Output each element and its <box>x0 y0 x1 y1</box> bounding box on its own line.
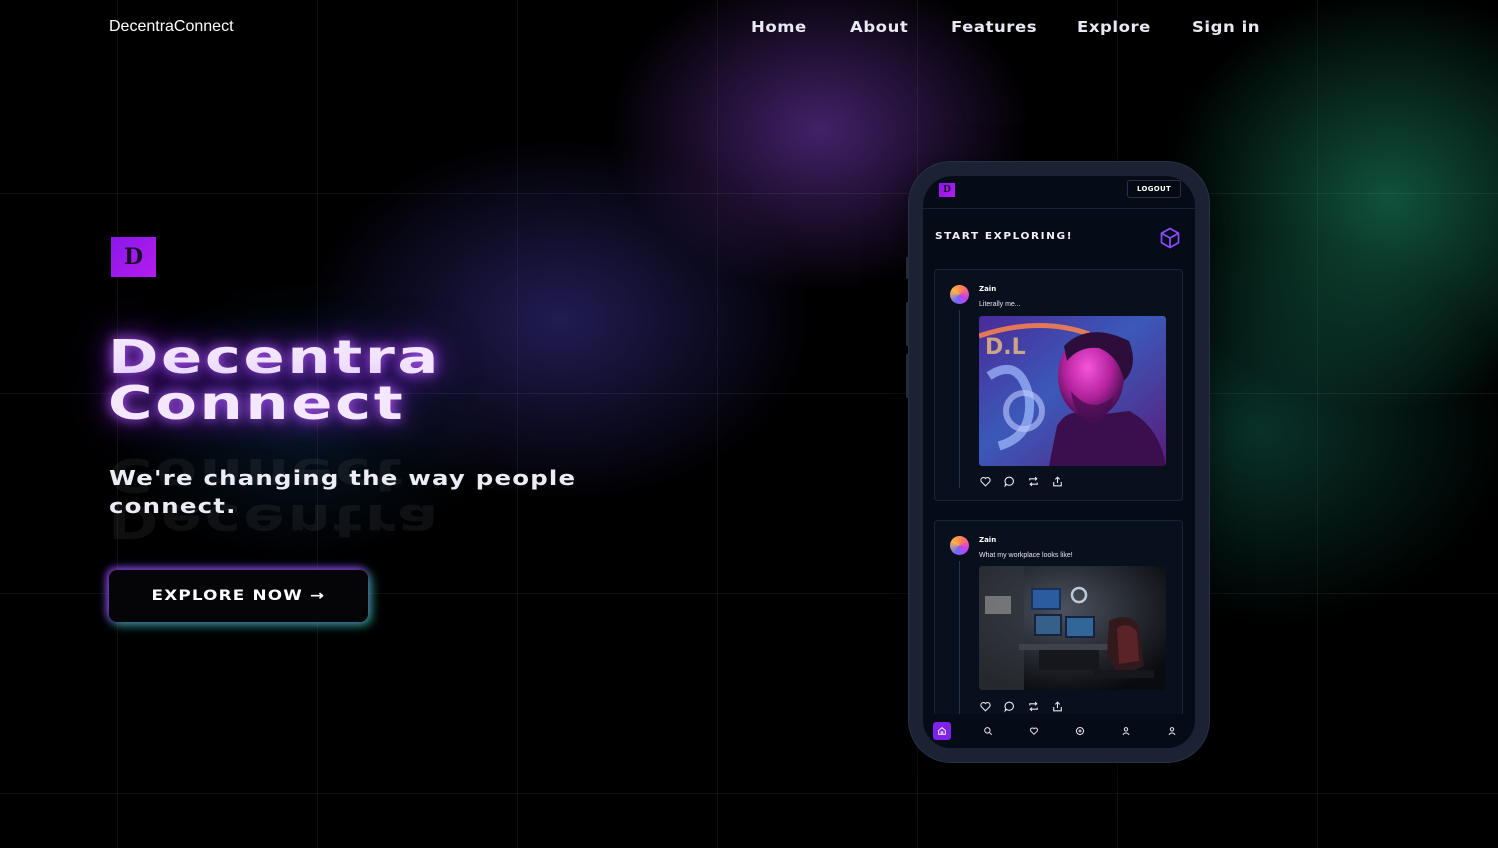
hero-title: Decentra Connect <box>108 334 441 426</box>
main-nav: Home About Features Explore Sign in <box>751 18 1260 36</box>
landing-page: DecentraConnect Home About Features Expl… <box>0 0 1498 848</box>
nav-about[interactable]: About <box>850 18 908 36</box>
plus-circle-icon <box>1075 726 1085 736</box>
repost-icon[interactable] <box>1027 475 1040 488</box>
phone-screen: D LOGOUT START EXPLORING! Zain Literally… <box>923 176 1195 748</box>
nav-sign-in[interactable]: Sign in <box>1192 18 1260 36</box>
tab-home[interactable] <box>933 722 951 740</box>
app-tab-bar <box>923 714 1195 748</box>
explore-now-label: EXPLORE NOW → <box>151 588 326 604</box>
tab-create[interactable] <box>1071 722 1089 740</box>
post-actions <box>979 700 1064 713</box>
tab-search[interactable] <box>979 722 997 740</box>
post-image-portrait[interactable]: D.L <box>979 316 1166 466</box>
post-actions <box>979 475 1064 488</box>
nav-features[interactable]: Features <box>951 18 1037 36</box>
post-username[interactable]: Zain <box>979 285 996 293</box>
phone-side-button <box>906 302 909 346</box>
share-icon[interactable] <box>1051 475 1064 488</box>
heart-icon[interactable] <box>979 475 992 488</box>
avatar[interactable] <box>950 536 969 555</box>
tab-likes[interactable] <box>1025 722 1043 740</box>
phone-side-button <box>906 257 909 279</box>
comment-icon[interactable] <box>1003 700 1016 713</box>
phone-side-button <box>906 354 909 398</box>
comment-icon[interactable] <box>1003 475 1016 488</box>
explore-now-button[interactable]: EXPLORE NOW → <box>109 570 368 622</box>
app-logo[interactable]: D <box>939 183 955 197</box>
thread-line <box>959 310 960 488</box>
profile-icon <box>1168 727 1176 736</box>
portrait-image: D.L <box>979 316 1166 466</box>
post-card: Zain Literally me... D.L <box>934 269 1183 501</box>
hero-tagline: We're changing the way people connect. <box>109 466 577 518</box>
nav-home[interactable]: Home <box>751 18 807 36</box>
search-icon <box>984 727 993 736</box>
nav-explore[interactable]: Explore <box>1077 18 1151 36</box>
repost-icon[interactable] <box>1027 700 1040 713</box>
heart-icon[interactable] <box>979 700 992 713</box>
post-image-workplace[interactable] <box>979 566 1166 690</box>
post-text: Literally me... <box>979 301 1021 308</box>
brand-name[interactable]: DecentraConnect <box>109 18 234 36</box>
phone-mockup: D LOGOUT START EXPLORING! Zain Literally… <box>906 162 1209 762</box>
logo-badge: D <box>111 237 156 277</box>
post-text: What my workplace looks like! <box>979 552 1073 559</box>
hero-title-line-2: Connect <box>108 376 406 430</box>
workplace-image <box>979 566 1166 690</box>
post-username[interactable]: Zain <box>979 536 996 544</box>
hero-title-line-1: Decentra <box>108 330 442 384</box>
home-icon <box>938 727 946 735</box>
share-icon[interactable] <box>1051 700 1064 713</box>
heart-icon <box>1029 727 1039 736</box>
app-top-bar: D LOGOUT <box>923 176 1195 209</box>
app-title: START EXPLORING! <box>935 231 1074 242</box>
user-icon <box>1122 727 1130 736</box>
logout-button[interactable]: LOGOUT <box>1127 180 1181 198</box>
cube-icon[interactable] <box>1158 226 1182 250</box>
tab-profile[interactable] <box>1163 722 1181 740</box>
tab-people[interactable] <box>1117 722 1135 740</box>
avatar[interactable] <box>950 285 969 304</box>
